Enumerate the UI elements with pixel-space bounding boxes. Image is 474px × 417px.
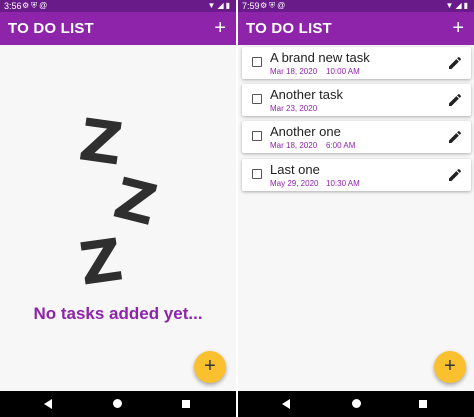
app-title: TO DO LIST [246,20,332,37]
status-time: 7:59 [242,1,260,11]
task-checkbox[interactable] [252,131,262,141]
settings-icon: ⚙ [260,1,270,10]
status-right-icons: ▼◢▮ [208,0,232,12]
edit-pencil-icon[interactable] [447,92,463,108]
task-name: Another task [270,87,343,102]
settings-icon: ⚙ [22,1,32,10]
task-card[interactable]: Last one May 29, 2020 10:30 AM [242,159,471,191]
status-bar: 7:59 ⚙⛨@ ▼◢▮ [238,0,474,12]
status-right-icons: ▼◢▮ [446,0,470,12]
task-date: Mar 18, 2020 [270,67,318,76]
task-time: 6:00 AM [326,141,356,150]
task-checkbox[interactable] [252,94,262,104]
app-title: TO DO LIST [8,20,94,37]
navigation-bar [238,391,474,417]
task-checkbox[interactable] [252,169,262,179]
task-checkbox[interactable] [252,57,262,67]
shield-icon: ⛨ [31,1,40,10]
task-time: 10:30 AM [326,179,360,188]
status-icons: ⚙⛨@ [22,0,49,12]
signal-icon: ◢ [455,1,464,10]
task-date: Mar 23, 2020 [270,104,318,113]
task-name: Last one [270,162,320,177]
empty-state-message: No tasks added yet... [33,304,203,323]
at-icon: @ [277,1,288,10]
edit-pencil-icon[interactable] [447,55,463,71]
status-bar: 3:56 ⚙⛨@ ▼◢▮ [0,0,236,12]
wifi-icon: ▼ [445,1,456,10]
add-task-button[interactable]: + [452,16,464,40]
status-icons: ⚙⛨@ [260,0,287,12]
add-task-fab[interactable]: + [434,351,466,383]
sleep-z-bottom: Z [75,225,127,299]
task-date: Mar 18, 2020 [270,141,318,150]
back-icon[interactable] [44,399,52,409]
app-bar: TO DO LIST + [0,12,236,45]
app-bar: TO DO LIST + [238,12,474,45]
home-icon[interactable] [113,399,122,408]
signal-icon: ◢ [217,1,226,10]
battery-icon: ▮ [463,1,470,10]
add-task-button[interactable]: + [214,16,226,40]
task-list-screen: 7:59 ⚙⛨@ ▼◢▮ TO DO LIST + A brand new ta… [238,0,474,417]
back-icon[interactable] [282,399,290,409]
add-task-fab[interactable]: + [194,351,226,383]
at-icon: @ [39,1,50,10]
task-card[interactable]: Another one Mar 18, 2020 6:00 AM [242,121,471,153]
task-time: 10:00 AM [326,67,360,76]
recents-icon[interactable] [419,400,427,408]
navigation-bar [0,391,236,417]
task-card[interactable]: Another task Mar 23, 2020 [242,84,471,116]
wifi-icon: ▼ [207,1,218,10]
task-name: Another one [270,124,341,139]
battery-icon: ▮ [225,1,232,10]
task-date: May 29, 2020 [270,179,319,188]
recents-icon[interactable] [182,400,190,408]
edit-pencil-icon[interactable] [447,129,463,145]
sleep-z-large: Z [75,105,127,179]
status-time: 3:56 [4,1,22,11]
empty-list-screen: 3:56 ⚙⛨@ ▼◢▮ TO DO LIST + Z Z Z No tasks… [0,0,236,417]
edit-pencil-icon[interactable] [447,167,463,183]
task-name: A brand new task [270,50,370,65]
home-icon[interactable] [352,399,361,408]
shield-icon: ⛨ [269,1,278,10]
task-card[interactable]: A brand new task Mar 18, 2020 10:00 AM [242,47,471,79]
